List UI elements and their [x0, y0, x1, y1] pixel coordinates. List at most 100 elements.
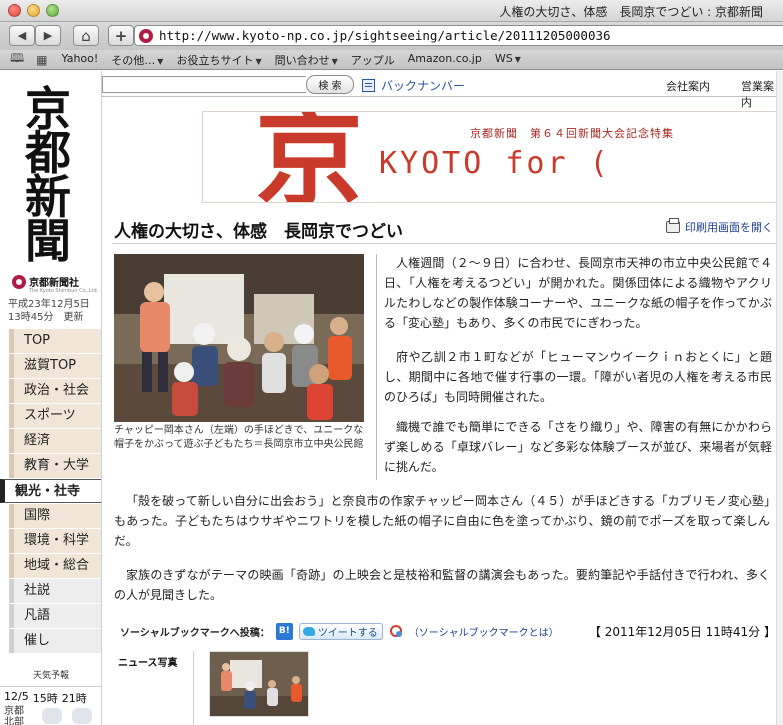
update-date: 平成23年12月5日: [8, 299, 90, 310]
add-bookmark-button[interactable]: +: [108, 25, 134, 46]
home-button[interactable]: ⌂: [73, 25, 99, 46]
social-bookmark-icon[interactable]: [389, 624, 403, 638]
weather-city[interactable]: 京都 北部: [4, 706, 24, 725]
chevron-down-icon: ▼: [157, 56, 164, 66]
weather-time: 12/5: [4, 690, 29, 703]
address-bar[interactable]: http://www.kyoto-np.co.jp/sightseeing/ar…: [134, 25, 783, 46]
cloudy-weather-icon: [42, 708, 62, 724]
article-photo-image: [114, 254, 364, 422]
search-button[interactable]: 検 索: [306, 75, 354, 94]
sidebar-nav-item[interactable]: 国際: [9, 504, 101, 528]
bookmark-label: Amazon.co.jp: [407, 51, 482, 65]
update-time: 13時45分 更新: [8, 312, 84, 323]
twitter-bird-icon: [302, 626, 315, 636]
ad-banner[interactable]: 京 京都新聞 第６４回新聞大会記念特集 KYOTO for (: [202, 111, 783, 203]
forward-button[interactable]: ▶: [35, 25, 61, 46]
bookmarks-bar: 🕮 ▦ Yahoo! その他… ▼ お役立ちサイト ▼ 問い合わせ ▼ アップル Amazon.…: [0, 50, 783, 70]
hatena-bookmark-icon[interactable]: B!: [275, 622, 293, 640]
news-photo-thumbnail[interactable]: [209, 651, 309, 717]
bookmark-item[interactable]: アップル: [351, 52, 395, 68]
tweet-label: ツイートする: [317, 627, 378, 639]
browser-toolbar: ◀ ▶ ⌂ + http://www.kyoto-np.co.jp/sights…: [0, 22, 783, 50]
sidebar-nav-item[interactable]: 地域・総合: [9, 554, 101, 578]
sidebar-nav-item[interactable]: 凡語: [9, 604, 101, 628]
weather-city-name: 京都: [4, 706, 24, 717]
home-icon: ⌂: [81, 26, 91, 45]
article-timestamp: 【 2011年12月05日 11時41分 】: [588, 624, 776, 639]
bookmark-label: WS: [494, 51, 513, 65]
print-view-label: 印刷用画面を開く: [685, 221, 773, 234]
weather-widget: 天気予報 12/5 15時 21時 京都 北部: [0, 668, 102, 725]
newspaper-icon: [362, 79, 375, 92]
sidebar-nav-item[interactable]: 催し: [9, 629, 101, 653]
weather-city-area: 北部: [4, 717, 24, 725]
sidebar-nav-item[interactable]: 教育・大学: [9, 454, 101, 478]
newspaper-logo[interactable]: 京都新聞: [18, 86, 78, 264]
column-divider: [376, 254, 377, 480]
top-sites-grid-icon[interactable]: ▦: [36, 53, 47, 67]
article-paragraph: 府や乙訓２市１町などが「ヒューマンウイークｉｎおとくに」と題し、期間中に各地で催…: [384, 350, 772, 404]
back-arrow-icon: ◀: [17, 29, 27, 42]
social-bookmark-help-link[interactable]: （ソーシャルブックマークとは）: [409, 624, 559, 639]
window-titlebar: 人権の大切さ、体感 長岡京でつどい : 京都新聞: [0, 0, 783, 22]
social-bookmark-label: ソーシャルブックマークへ投稿：: [120, 627, 270, 639]
sidebar-nav-item[interactable]: TOP: [9, 329, 101, 353]
sidebar-nav-item[interactable]: 観光・社寺: [0, 479, 101, 503]
weather-title: 天気予報: [32, 671, 69, 681]
minimize-window-button[interactable]: [27, 4, 40, 17]
sidebar-nav-item[interactable]: 経済: [9, 429, 101, 453]
banner-main-text: KYOTO for (: [379, 146, 611, 181]
weather-time: 15時: [32, 692, 58, 705]
backnumber-label: バックナンバー: [381, 79, 466, 93]
sidebar-nav-item[interactable]: 環境・科学: [9, 529, 101, 553]
sidebar-nav-item[interactable]: 政治・社会: [9, 379, 101, 403]
section-nav: TOP 滋賀TOP 政治・社会 スポーツ 経済 教育・大学 観光・社寺 国際 環境・科学 地域・総…: [0, 329, 101, 654]
close-window-button[interactable]: [8, 4, 21, 17]
bookmark-label: アップル: [350, 53, 395, 67]
company-name-en: The Kyoto Shimbun Co.,Ltd.: [29, 288, 99, 294]
bookmark-item[interactable]: WS ▼: [495, 52, 521, 68]
forward-arrow-icon: ▶: [43, 29, 53, 42]
divider: [193, 651, 194, 725]
bookmark-item[interactable]: Amazon.co.jp: [408, 52, 482, 68]
chevron-down-icon: ▼: [331, 56, 338, 66]
window-controls: [8, 4, 59, 17]
backnumber-link[interactable]: バックナンバー: [362, 77, 465, 94]
bookmark-label: 問い合わせ: [274, 53, 330, 67]
bookmarks-book-icon[interactable]: 🕮: [10, 49, 24, 70]
company-info-link[interactable]: 会社案内: [666, 78, 710, 94]
zoom-window-button[interactable]: [46, 4, 59, 17]
article-paragraph: 家族のきずながテーマの映画「奇跡」の上映会と是枝裕和監督の講演会もあった。要約筆…: [114, 568, 770, 602]
web-page: 検 索 バックナンバー 会社案内 営業案内 京都新聞 京都新聞社 The Kyo…: [0, 71, 783, 725]
back-button[interactable]: ◀: [9, 25, 35, 46]
company-brand[interactable]: 京都新聞社: [12, 274, 79, 289]
bookmark-item[interactable]: Yahoo!: [62, 52, 99, 68]
banner-kanji: 京: [255, 111, 364, 203]
photo-caption: チャッピー岡本さん（左端）の手ほどきで、ユニークな帽子をかぶって遊ぶ子どもたち＝…: [114, 425, 364, 450]
search-input[interactable]: [102, 76, 306, 93]
article-paragraph: 人権週間（２～９日）に合わせ、長岡京市天神の市立中央公民館で４日、「人権を考える…: [384, 256, 772, 330]
top-navigation: 検 索 バックナンバー 会社案内 営業案内: [0, 71, 783, 109]
article-photo[interactable]: [114, 254, 364, 422]
page-scrollbar[interactable]: [776, 71, 783, 725]
bookmark-item[interactable]: 問い合わせ ▼: [275, 52, 338, 68]
tweet-button[interactable]: ツイートする: [298, 622, 383, 640]
chevron-down-icon: ▼: [255, 56, 262, 66]
banner-subtitle: 京都新聞 第６４回新聞大会記念特集: [470, 127, 674, 140]
print-view-link[interactable]: 印刷用画面を開く: [666, 218, 773, 235]
bookmark-item[interactable]: お役立ちサイト ▼: [176, 52, 261, 68]
sidebar-nav-item[interactable]: スポーツ: [9, 404, 101, 428]
sidebar-nav-item[interactable]: 滋賀TOP: [9, 354, 101, 378]
bookmark-label: その他…: [111, 53, 156, 67]
article-paragraph: 「殻を破って新しい自分に出会おう」と奈良市の作家チャッピー岡本さん（４５）が手ほ…: [114, 494, 770, 548]
news-photo-label: ニュース写真: [118, 658, 178, 669]
plus-icon: +: [114, 26, 128, 45]
bookmark-list: Yahoo! その他… ▼ お役立ちサイト ▼ 問い合わせ ▼ アップル Amazon.co.j…: [62, 52, 534, 68]
social-bookmark-bar: ソーシャルブックマークへ投稿： B! ツイートする （ソーシャルブックマークとは…: [120, 621, 776, 641]
company-logo-icon: [12, 274, 26, 289]
bookmark-label: Yahoo!: [61, 51, 99, 65]
bookmark-item[interactable]: その他… ▼: [111, 52, 163, 68]
sidebar-nav-item[interactable]: 社説: [9, 579, 101, 603]
url-text[interactable]: http://www.kyoto-np.co.jp/sightseeing/ar…: [159, 28, 611, 43]
bookmark-label: お役立ちサイト: [176, 53, 254, 67]
